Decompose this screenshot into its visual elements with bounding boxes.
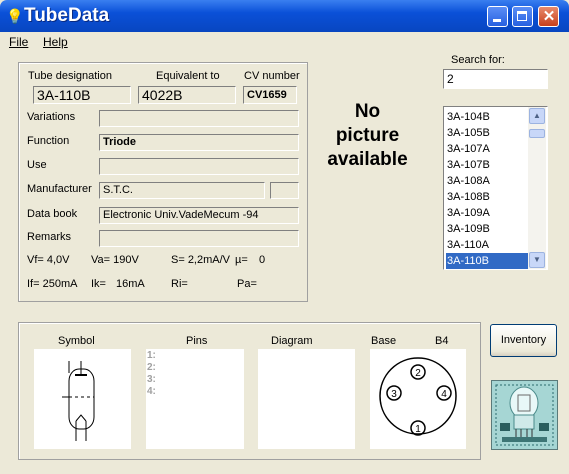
manufacturer-code-field[interactable] bbox=[270, 182, 299, 199]
tube-list-item[interactable]: 3A-108A bbox=[446, 173, 531, 189]
tube-list-item[interactable]: 3A-110B bbox=[446, 253, 531, 269]
menu-help-label: Help bbox=[43, 35, 68, 49]
base-pin-1: 1 bbox=[415, 424, 421, 435]
pin-label: 4: bbox=[147, 386, 156, 397]
title-bar[interactable]: 💡 TubeData ✕ bbox=[0, 0, 569, 32]
maximize-icon bbox=[517, 11, 527, 21]
diagram-box bbox=[258, 349, 355, 449]
symbol-label: Symbol bbox=[58, 335, 95, 347]
tube-list-item[interactable]: 3A-109B bbox=[446, 221, 531, 237]
menu-file-label: File bbox=[9, 35, 29, 49]
no-picture-line2: picture bbox=[335, 125, 400, 146]
tube-list-scrollbar[interactable]: ▲ ▼ bbox=[528, 107, 546, 269]
databook-field[interactable]: Electronic Univ.VadeMecum -94 bbox=[99, 207, 299, 224]
base-pin-2: 2 bbox=[415, 368, 421, 379]
tube-list-item[interactable]: 3A-107A bbox=[446, 141, 531, 157]
spec-mu-label: µ= bbox=[235, 254, 248, 266]
function-field[interactable]: Triode bbox=[99, 134, 299, 151]
tube-list-item[interactable]: 3A-104B bbox=[446, 109, 531, 125]
spec-vf: Vf= 4,0V bbox=[27, 254, 70, 266]
equivalent-field[interactable]: 4022B bbox=[138, 86, 236, 104]
no-picture-placeholder: No picture available bbox=[310, 100, 425, 172]
base-pinout-diagram: 1 2 3 4 bbox=[379, 357, 457, 436]
spec-pa: Pa= bbox=[237, 278, 257, 290]
pins-box: 1: 2: 3: 4: bbox=[146, 349, 244, 449]
search-input[interactable]: 2 bbox=[443, 69, 548, 89]
pin-label: 2: bbox=[147, 362, 156, 373]
spec-ik-label: Ik= bbox=[91, 278, 106, 290]
triode-symbol-icon bbox=[62, 361, 95, 441]
scroll-thumb[interactable] bbox=[529, 129, 545, 138]
remarks-field[interactable] bbox=[99, 230, 299, 247]
pins-label: Pins bbox=[186, 335, 208, 347]
tube-list-item[interactable]: 3A-107B bbox=[446, 157, 531, 173]
spec-mu-value: 0 bbox=[259, 254, 266, 266]
tube-list-item[interactable]: 3A-109A bbox=[446, 205, 531, 221]
minimize-icon bbox=[493, 19, 501, 22]
tube-list-item[interactable]: 3A-108B bbox=[446, 189, 531, 205]
scroll-up-icon[interactable]: ▲ bbox=[529, 108, 545, 124]
no-picture-line3: available bbox=[327, 149, 408, 170]
manufacturer-label: Manufacturer bbox=[27, 183, 92, 195]
base-label: Base bbox=[371, 335, 397, 347]
variations-label: Variations bbox=[27, 111, 76, 123]
menu-file[interactable]: File bbox=[9, 35, 28, 49]
search-label: Search for: bbox=[451, 54, 505, 66]
tube-list[interactable]: 3A-104B 3A-105B 3A-107A 3A-107B 3A-108A 3A-10… bbox=[443, 106, 548, 270]
pins-list: 1: 2: 3: 4: bbox=[147, 350, 156, 398]
use-field[interactable] bbox=[99, 158, 299, 175]
pin-label: 1: bbox=[147, 350, 156, 361]
tube-list-item[interactable]: 3A-110A bbox=[446, 237, 531, 253]
inventory-button[interactable]: Inventory bbox=[490, 324, 557, 357]
diagram-label: Diagram bbox=[271, 335, 313, 347]
close-button[interactable]: ✕ bbox=[538, 6, 559, 27]
tube-designation-field[interactable]: 3A-110B bbox=[33, 86, 131, 104]
databook-label: Data book bbox=[27, 208, 78, 220]
tube-list-item[interactable]: 3A-105B bbox=[446, 125, 531, 141]
pin-label: 3: bbox=[147, 374, 156, 385]
menu-help[interactable]: Help bbox=[43, 35, 68, 49]
spec-s: S= 2,2mA/V bbox=[171, 254, 231, 266]
maximize-button[interactable] bbox=[512, 6, 533, 27]
base-box: 1 2 3 4 bbox=[370, 349, 466, 449]
tube-designation-label: Tube designation bbox=[28, 70, 112, 82]
function-label: Function bbox=[27, 135, 70, 147]
spec-ri: Ri= bbox=[171, 278, 188, 290]
cv-number-label: CV number bbox=[244, 70, 300, 82]
vacuum-tube-icon bbox=[492, 381, 557, 449]
equivalent-label: Equivalent to bbox=[156, 70, 220, 82]
cv-number-field[interactable]: CV1659 bbox=[243, 86, 297, 104]
window-title: TubeData bbox=[24, 5, 110, 26]
spec-ik-value: 16mA bbox=[116, 278, 145, 290]
minimize-button[interactable] bbox=[487, 6, 508, 27]
base-type-value: B4 bbox=[435, 335, 449, 347]
no-picture-line1: No bbox=[354, 101, 381, 122]
use-label: Use bbox=[27, 159, 47, 171]
base-pin-4: 4 bbox=[441, 389, 447, 400]
lightbulb-icon: 💡 bbox=[6, 8, 24, 24]
manufacturer-field[interactable]: S.T.C. bbox=[99, 182, 265, 199]
menu-bar: File Help bbox=[0, 32, 569, 52]
close-icon: ✕ bbox=[542, 8, 556, 25]
scroll-down-icon[interactable]: ▼ bbox=[529, 252, 545, 268]
base-pin-3: 3 bbox=[391, 389, 397, 400]
spec-va: Va= 190V bbox=[91, 254, 139, 266]
spec-if: If= 250mA bbox=[27, 278, 78, 290]
remarks-label: Remarks bbox=[27, 231, 72, 243]
variations-field[interactable] bbox=[99, 110, 299, 127]
symbol-box bbox=[34, 349, 131, 449]
tube-logo-image bbox=[491, 380, 558, 450]
